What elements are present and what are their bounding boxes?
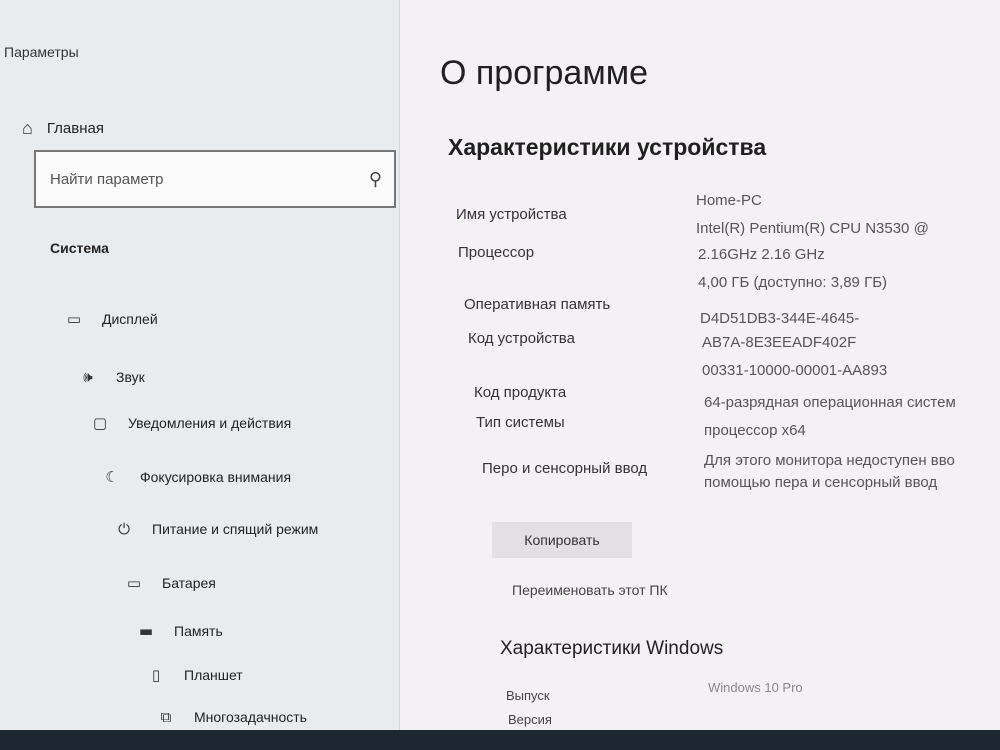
system-type-value-line2: процессор x64 (704, 422, 806, 439)
system-type-value-line1: 64-разрядная операционная систем (704, 394, 956, 411)
sidebar-item-label: Звук (116, 369, 145, 385)
sidebar-item-label: Планшет (184, 667, 243, 683)
tablet-icon: ▯ (151, 666, 161, 684)
device-id-value-line1: D4D51DB3-344E-4645- (700, 310, 860, 327)
sidebar-section-system: Система (50, 240, 109, 256)
edition-label: Выпуск (506, 688, 550, 703)
system-type-label: Тип системы (476, 414, 565, 431)
content-pane: О программе Характеристики устройства Им… (400, 0, 1000, 750)
sidebar-item-home[interactable]: ⌂ Главная (22, 118, 104, 139)
sidebar-item-label: Память (174, 623, 223, 639)
sidebar-item-label: Многозадачность (194, 709, 307, 725)
pen-touch-label: Перо и сенсорный ввод (482, 460, 648, 477)
display-icon: ▭ (66, 310, 82, 328)
sidebar-item-label: Фокусировка внимания (140, 469, 292, 485)
version-label: Версия (508, 712, 552, 727)
device-id-value-line2: AB7A-8E3EEADF402F (702, 334, 857, 351)
copy-button[interactable]: Копировать (492, 522, 632, 558)
settings-window: Параметры ⌂ Главная ⚲ Система ▭ Дисплей … (0, 0, 1000, 750)
notifications-icon: ▢ (92, 414, 108, 432)
device-id-label: Код устройства (468, 330, 575, 347)
device-name-label: Имя устройства (456, 206, 567, 223)
sidebar-item-multitasking[interactable]: ⧉ Многозадачность (156, 708, 307, 726)
sidebar-item-label: Батарея (162, 575, 216, 591)
home-label: Главная (46, 120, 104, 137)
sidebar-item-power[interactable]: ⏻ Питание и спящий режим (114, 520, 318, 538)
ram-value: 4,00 ГБ (доступно: 3,89 ГБ) (698, 274, 888, 291)
sidebar-item-storage[interactable]: ▬ Память (136, 622, 223, 640)
sidebar-item-sound[interactable]: 🕪 Звук (78, 368, 145, 386)
sidebar-item-label: Уведомления и действия (128, 415, 292, 431)
product-id-label: Код продукта (474, 384, 567, 401)
sidebar: Параметры ⌂ Главная ⚲ Система ▭ Дисплей … (0, 0, 400, 750)
multitasking-icon: ⧉ (160, 708, 172, 726)
page-title: О программе (440, 54, 649, 92)
sidebar-item-display[interactable]: ▭ Дисплей (64, 310, 158, 328)
pen-touch-value-line2: помощью пера и сенсорный ввод (704, 474, 938, 491)
moon-icon: ☾ (105, 468, 119, 486)
sound-icon: 🕪 (83, 368, 93, 386)
processor-value-line2: 2.16GHz 2.16 GHz (698, 246, 825, 263)
power-icon: ⏻ (118, 520, 130, 538)
search-box[interactable]: ⚲ (34, 150, 396, 208)
home-icon: ⌂ (22, 118, 33, 138)
sidebar-item-focus-assist[interactable]: ☾ Фокусировка внимания (102, 468, 291, 486)
edition-value: Windows 10 Pro (708, 680, 803, 695)
sidebar-item-label: Питание и спящий режим (152, 521, 319, 537)
search-icon[interactable]: ⚲ (369, 169, 382, 190)
rename-pc-link[interactable]: Переименовать этот ПК (512, 582, 668, 598)
windows-specs-heading: Характеристики Windows (500, 638, 724, 659)
processor-value-line1: Intel(R) Pentium(R) CPU N3530 @ (696, 220, 929, 237)
ram-label: Оперативная память (464, 296, 611, 313)
taskbar (0, 730, 1000, 750)
processor-label: Процессор (458, 244, 535, 261)
device-specs-heading: Характеристики устройства (448, 134, 767, 160)
window-title: Параметры (4, 44, 79, 60)
sidebar-item-label: Дисплей (102, 311, 158, 327)
sidebar-item-tablet[interactable]: ▯ Планшет (146, 666, 243, 684)
search-input[interactable] (50, 170, 330, 188)
sidebar-item-notifications[interactable]: ▢ Уведомления и действия (90, 414, 291, 432)
pen-touch-value-line1: Для этого монитора недоступен вво (704, 452, 955, 469)
storage-icon: ▬ (138, 622, 154, 640)
battery-icon: ▭ (126, 574, 142, 592)
product-id-value: 00331-10000-00001-AA893 (702, 362, 888, 379)
device-name-value: Home-PC (696, 192, 762, 209)
sidebar-item-battery[interactable]: ▭ Батарея (124, 574, 216, 592)
